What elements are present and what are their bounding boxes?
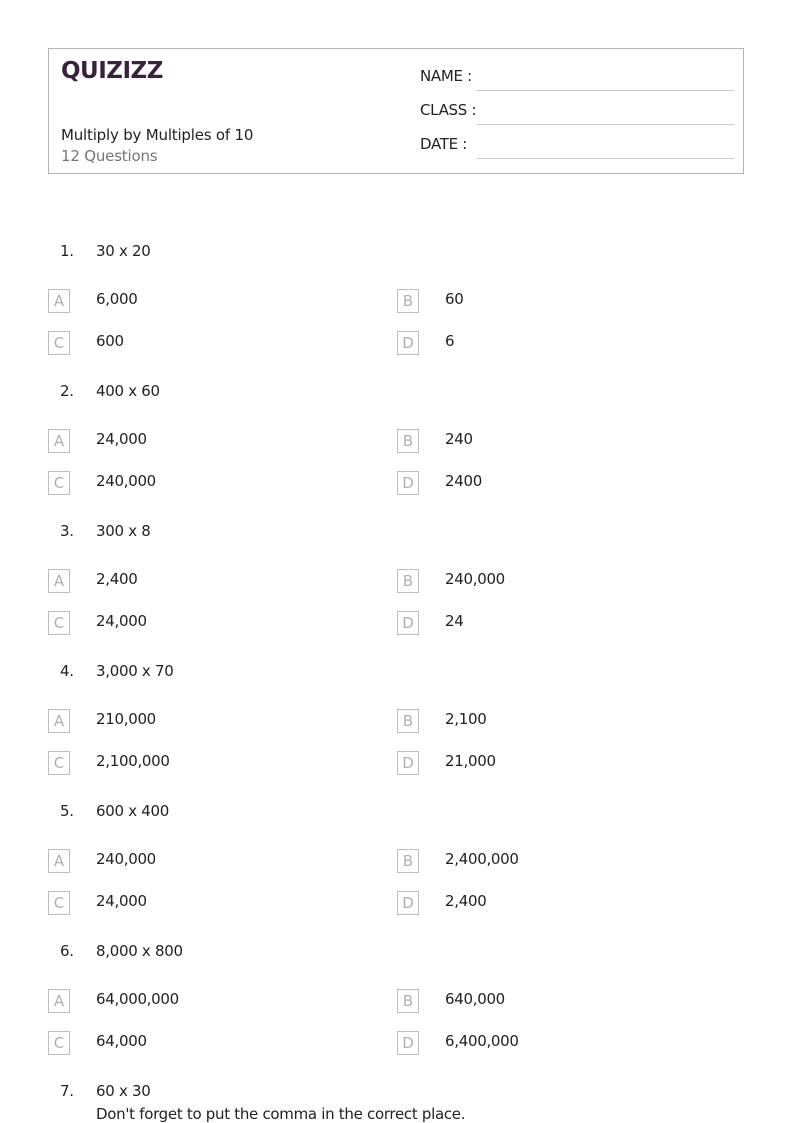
option-letter-box[interactable]: B bbox=[397, 569, 419, 593]
option-text: 24,000 bbox=[96, 892, 147, 910]
option-letter-box[interactable]: A bbox=[48, 429, 70, 453]
option-letter-box[interactable]: A bbox=[48, 569, 70, 593]
option-text: 240,000 bbox=[445, 570, 505, 588]
class-label: CLASS : bbox=[420, 101, 477, 119]
class-input-line[interactable] bbox=[477, 124, 734, 125]
question-text: 600 x 400 bbox=[96, 802, 169, 820]
option-text: 240,000 bbox=[96, 850, 156, 868]
question-number: 5. bbox=[60, 802, 74, 820]
option-letter-box[interactable]: C bbox=[48, 331, 70, 355]
question-text: 8,000 x 800 bbox=[96, 942, 183, 960]
option-letter-box[interactable]: D bbox=[397, 891, 419, 915]
option-letter-box[interactable]: D bbox=[397, 1031, 419, 1055]
option-text: 240 bbox=[445, 430, 473, 448]
question-text: 30 x 20 bbox=[96, 242, 151, 260]
option-letter-box[interactable]: B bbox=[397, 289, 419, 313]
option-letter-box[interactable]: D bbox=[397, 611, 419, 635]
option-letter-box[interactable]: C bbox=[48, 471, 70, 495]
option-text: 24 bbox=[445, 612, 464, 630]
question-number: 4. bbox=[60, 662, 74, 680]
question-count: 12 Questions bbox=[61, 147, 158, 165]
option-text: 2,100 bbox=[445, 710, 487, 728]
class-field[interactable]: CLASS : bbox=[420, 99, 734, 125]
option-text: 240,000 bbox=[96, 472, 156, 490]
option-text: 24,000 bbox=[96, 612, 147, 630]
option-letter-box[interactable]: C bbox=[48, 751, 70, 775]
name-label: NAME : bbox=[420, 67, 472, 85]
date-input-line[interactable] bbox=[477, 158, 734, 159]
option-text: 6,000 bbox=[96, 290, 138, 308]
question-text: 300 x 8 bbox=[96, 522, 151, 540]
question-number: 7. bbox=[60, 1082, 74, 1100]
question-hint: Don't forget to put the comma in the cor… bbox=[96, 1105, 466, 1123]
option-text: 600 bbox=[96, 332, 124, 350]
option-text: 64,000,000 bbox=[96, 990, 179, 1008]
worksheet-header: QUIZIZZ Multiply by Multiples of 10 12 Q… bbox=[48, 48, 744, 174]
question-number: 3. bbox=[60, 522, 74, 540]
option-letter-box[interactable]: B bbox=[397, 849, 419, 873]
option-text: 2400 bbox=[445, 472, 482, 490]
date-label: DATE : bbox=[420, 135, 468, 153]
option-text: 2,400 bbox=[445, 892, 487, 910]
option-text: 640,000 bbox=[445, 990, 505, 1008]
option-text: 2,400 bbox=[96, 570, 138, 588]
question-text: 3,000 x 70 bbox=[96, 662, 174, 680]
name-field[interactable]: NAME : bbox=[420, 65, 734, 91]
option-text: 60 bbox=[445, 290, 464, 308]
option-text: 210,000 bbox=[96, 710, 156, 728]
option-letter-box[interactable]: D bbox=[397, 331, 419, 355]
option-text: 21,000 bbox=[445, 752, 496, 770]
option-letter-box[interactable]: D bbox=[397, 471, 419, 495]
option-letter-box[interactable]: C bbox=[48, 611, 70, 635]
option-text: 2,400,000 bbox=[445, 850, 519, 868]
worksheet-title: Multiply by Multiples of 10 bbox=[61, 126, 254, 144]
option-text: 6,400,000 bbox=[445, 1032, 519, 1050]
quizizz-logo: QUIZIZZ bbox=[61, 58, 163, 84]
name-input-line[interactable] bbox=[477, 90, 734, 91]
question-text: 400 x 60 bbox=[96, 382, 160, 400]
option-text: 24,000 bbox=[96, 430, 147, 448]
option-text: 2,100,000 bbox=[96, 752, 170, 770]
option-letter-box[interactable]: B bbox=[397, 429, 419, 453]
question-number: 2. bbox=[60, 382, 74, 400]
option-letter-box[interactable]: A bbox=[48, 709, 70, 733]
option-letter-box[interactable]: A bbox=[48, 849, 70, 873]
option-letter-box[interactable]: B bbox=[397, 989, 419, 1013]
date-field[interactable]: DATE : bbox=[420, 133, 734, 159]
question-number: 1. bbox=[60, 242, 74, 260]
option-text: 6 bbox=[445, 332, 455, 350]
question-text: 60 x 30 bbox=[96, 1082, 151, 1100]
option-letter-box[interactable]: A bbox=[48, 289, 70, 313]
option-text: 64,000 bbox=[96, 1032, 147, 1050]
option-letter-box[interactable]: C bbox=[48, 1031, 70, 1055]
option-letter-box[interactable]: D bbox=[397, 751, 419, 775]
question-number: 6. bbox=[60, 942, 74, 960]
option-letter-box[interactable]: B bbox=[397, 709, 419, 733]
option-letter-box[interactable]: A bbox=[48, 989, 70, 1013]
option-letter-box[interactable]: C bbox=[48, 891, 70, 915]
